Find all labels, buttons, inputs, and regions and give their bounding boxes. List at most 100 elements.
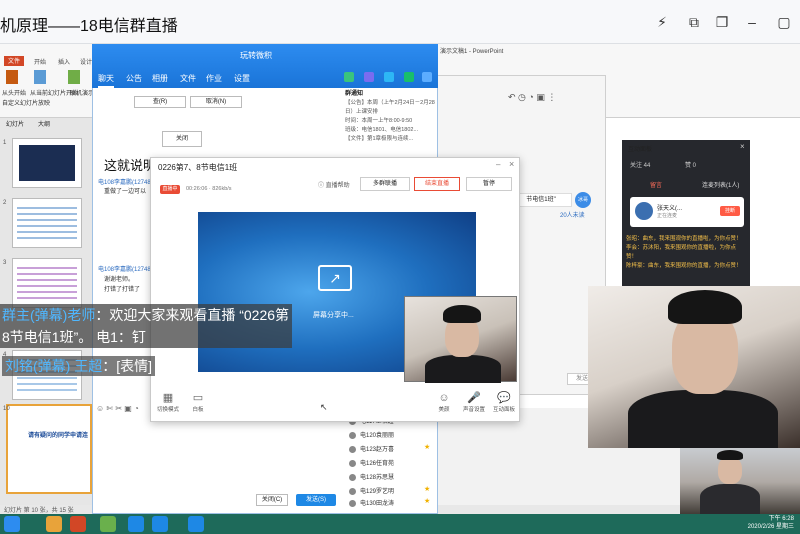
tab-album[interactable]: 相册 bbox=[152, 73, 168, 84]
message-sender[interactable]: 电108李嘉鹏(12748... bbox=[98, 177, 156, 186]
message-text: 谢谢老师。 bbox=[104, 277, 135, 283]
folder-icon[interactable] bbox=[46, 516, 62, 532]
sound-settings-button[interactable]: 🎤 声音设置 bbox=[460, 392, 488, 413]
message-sender[interactable]: 电108李嘉鹏(12748... bbox=[98, 264, 156, 273]
slide-text: 请有疑问的同学申请连 bbox=[28, 433, 89, 439]
ribbon-label-from-start[interactable]: 从头开始 bbox=[2, 88, 26, 97]
powerpoint-icon[interactable] bbox=[70, 516, 86, 532]
ribbon-label-online[interactable]: 联机演示 bbox=[70, 88, 94, 97]
taskbar bbox=[0, 514, 800, 534]
help-icon: ⓘ bbox=[318, 183, 326, 189]
person-body bbox=[425, 355, 501, 383]
query-button[interactable]: 查(R) bbox=[134, 96, 186, 108]
end-live-button[interactable]: 结束直播 bbox=[414, 177, 460, 191]
screenshot-icon[interactable]: ⧉ bbox=[684, 12, 704, 32]
person-body bbox=[628, 390, 778, 448]
member-item[interactable]: 电123赵万喜 bbox=[360, 444, 394, 453]
tab-mic-list[interactable]: 连麦列表(1人) bbox=[702, 180, 739, 189]
avatar bbox=[349, 460, 356, 467]
ppt-tab-home[interactable]: 开始 bbox=[34, 57, 46, 66]
message-text: 重做了一边可以 bbox=[104, 189, 147, 195]
phone-icon[interactable] bbox=[344, 72, 354, 82]
tab-announcement[interactable]: 公告 bbox=[126, 73, 142, 84]
online-present-icon[interactable] bbox=[68, 70, 80, 84]
person-body bbox=[700, 484, 760, 516]
qq-icon[interactable] bbox=[128, 516, 144, 532]
lightning-icon[interactable]: ⚡ bbox=[652, 12, 672, 32]
close-icon[interactable]: × bbox=[509, 159, 514, 169]
live-title: 0226第7、8节电信1班 bbox=[158, 163, 238, 172]
close-button[interactable]: 关闭 bbox=[162, 131, 202, 147]
add-app-icon[interactable] bbox=[404, 72, 414, 82]
send-message-button[interactable]: 发送(S) bbox=[296, 494, 336, 506]
live-app-icon[interactable] bbox=[188, 516, 204, 532]
app-icon[interactable] bbox=[100, 516, 116, 532]
start-icon[interactable] bbox=[4, 516, 20, 532]
minimize-icon[interactable]: – bbox=[496, 160, 500, 169]
person-face bbox=[718, 456, 742, 484]
maximize-icon[interactable]: ▢ bbox=[774, 12, 794, 32]
webcam-feed-teacher bbox=[680, 448, 800, 516]
pane-tab-outline[interactable]: 大纲 bbox=[38, 119, 50, 128]
cancel-button[interactable]: 取消(N) bbox=[190, 96, 242, 108]
ppt-file-tab[interactable]: 文件 bbox=[4, 56, 24, 66]
input-toolbar-icons[interactable]: ☺ ✄ ✂ ▣ ◔ bbox=[96, 404, 139, 413]
tool-label: 切换模式 bbox=[156, 407, 179, 413]
tab-chat[interactable]: 聊天 bbox=[98, 73, 114, 88]
slide-thumbnail[interactable] bbox=[12, 198, 82, 248]
live-help-text: 直播帮助 bbox=[325, 183, 350, 189]
slide-number: 3 bbox=[3, 260, 7, 266]
ppt-tab-design[interactable]: 设计 bbox=[80, 57, 92, 66]
hangup-button[interactable]: 挂断 bbox=[720, 206, 740, 216]
system-clock[interactable]: 下午 6:28 2020/2/26 星期三 bbox=[748, 515, 794, 531]
ppt-tab-insert[interactable]: 插入 bbox=[58, 57, 70, 66]
multi-group-button[interactable]: 多群联播 bbox=[360, 177, 410, 191]
tab-files[interactable]: 文件 bbox=[180, 73, 196, 84]
member-item[interactable]: 电128苏思慧 bbox=[360, 472, 394, 481]
clock-date: 2020/2/26 星期三 bbox=[747, 524, 794, 530]
screen-share-icon: ↗ bbox=[318, 265, 352, 291]
slide-thumbnail[interactable] bbox=[12, 258, 82, 308]
interaction-panel-button[interactable]: 💬 互动面板 bbox=[490, 392, 518, 413]
switch-mode-button[interactable]: ▦ 切换模式 bbox=[154, 392, 182, 413]
member-item[interactable]: 电120袁丽丽 bbox=[360, 430, 394, 439]
member-item[interactable]: 电130田龙涛 bbox=[360, 498, 394, 507]
qq-group-title: 玩转微积 bbox=[240, 51, 272, 60]
video-icon[interactable] bbox=[364, 72, 374, 82]
slide-thumbnail-selected[interactable] bbox=[6, 404, 92, 494]
comment-item: 李会：苏沐阳，我来围观你的直播啦，为你点赞！ bbox=[626, 245, 737, 260]
window-restore-icon[interactable]: ❐ bbox=[712, 12, 732, 32]
slideshow-start-icon[interactable] bbox=[6, 70, 18, 84]
screen-share-icon[interactable] bbox=[384, 72, 394, 82]
ribbon-label-custom[interactable]: 自定义幻灯片放映 bbox=[2, 98, 50, 107]
more-icon[interactable] bbox=[422, 72, 432, 82]
comment-item: 张昭：曲东，我来围观你的直播啦，为你点赞！ bbox=[626, 236, 742, 242]
avatar bbox=[349, 446, 356, 453]
like-count: 赞 0 bbox=[685, 163, 697, 169]
pause-button[interactable]: 暂停 bbox=[466, 177, 512, 191]
close-icon[interactable]: × bbox=[740, 142, 745, 151]
beauty-button[interactable]: ☺ 美颜 bbox=[430, 392, 458, 413]
notice-title: 群通知 bbox=[345, 91, 364, 97]
mic-user-name: 张天义(... bbox=[657, 206, 682, 212]
mic-user-status: 正在连麦 bbox=[657, 213, 678, 219]
slideshow-current-icon[interactable] bbox=[34, 70, 46, 84]
chat-toolbar-icons[interactable]: ↶ ◷ ◔ ▣ ⋮ bbox=[508, 92, 556, 103]
minimize-icon[interactable]: – bbox=[742, 12, 762, 32]
slide-number: 10 bbox=[3, 406, 10, 412]
avatar bbox=[349, 474, 356, 481]
tool-label: 美颜 bbox=[438, 407, 450, 413]
pane-tab-slides[interactable]: 幻灯片 bbox=[6, 119, 24, 128]
unread-count[interactable]: 20人未读 bbox=[560, 210, 585, 219]
live-help-link[interactable]: ⓘ 直播帮助 bbox=[318, 180, 350, 189]
tab-comments[interactable]: 留言 bbox=[650, 180, 662, 189]
member-item[interactable]: 电129罗艺明 bbox=[360, 486, 394, 495]
close-chat-button[interactable]: 关闭(C) bbox=[256, 494, 288, 506]
tab-homework[interactable]: 作业 bbox=[206, 73, 222, 84]
member-item[interactable]: 电126任育苑 bbox=[360, 458, 394, 467]
interaction-panel-title: 互动面板 bbox=[628, 147, 653, 153]
slide-thumbnail[interactable] bbox=[12, 138, 82, 188]
qq-chat-icon[interactable] bbox=[152, 516, 168, 532]
tab-settings[interactable]: 设置 bbox=[234, 73, 250, 84]
whiteboard-button[interactable]: ▭ 白板 bbox=[184, 392, 212, 413]
